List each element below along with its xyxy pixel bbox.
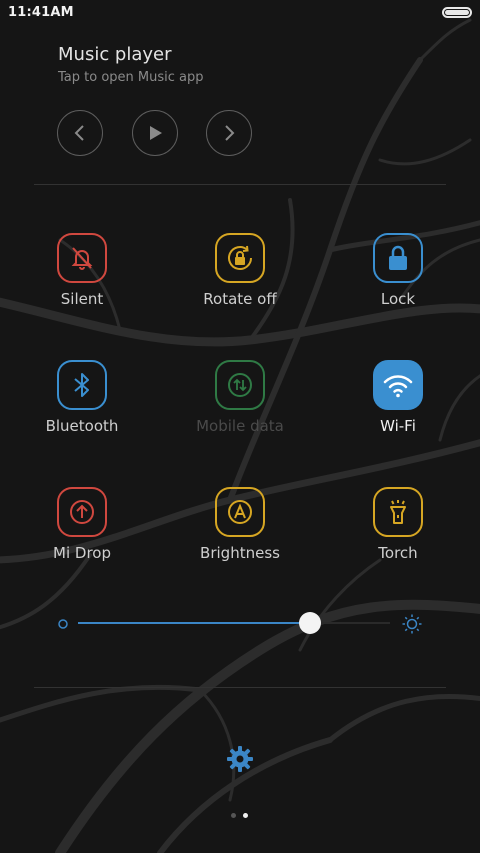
divider [34,184,446,185]
page-dot-2-active [243,813,248,818]
previous-icon [74,125,84,141]
brightness-high-icon [402,614,422,634]
brightness-low-icon [58,619,68,629]
battery-icon [442,7,472,18]
toggle-lock[interactable]: Lock [338,233,458,333]
brightness-slider-fill[interactable] [78,622,310,624]
toggle-lock-label: Lock [380,290,416,308]
padlock-icon [373,233,423,283]
toggle-brightness-label: Brightness [200,544,280,562]
next-button[interactable] [206,110,252,156]
toggle-wifi-label: Wi-Fi [380,417,416,435]
brightness-slider-track[interactable] [310,622,390,624]
toggle-rotate[interactable]: Rotate off [180,233,300,333]
toggle-torch-label: Torch [378,544,418,562]
page-dot-1 [231,813,236,818]
gear-icon[interactable] [226,745,254,773]
toggle-torch[interactable]: Torch [338,487,458,587]
toggle-wifi[interactable]: Wi-Fi [338,360,458,460]
toggle-mobile-data-label: Mobile data [196,417,284,435]
rotate-lock-icon [215,233,265,283]
music-player-subtitle[interactable]: Tap to open Music app [58,70,204,85]
play-icon [150,126,162,140]
toggle-bluetooth-label: Bluetooth [45,417,119,435]
toggle-brightness[interactable]: Brightness [180,487,300,587]
music-player-title[interactable]: Music player [58,44,172,65]
brightness-slider-thumb[interactable] [299,612,321,634]
mobile-data-icon [215,360,265,410]
wifi-icon [373,360,423,410]
torch-icon [373,487,423,537]
toggle-rotate-label: Rotate off [203,290,277,308]
mi-drop-icon [57,487,107,537]
auto-brightness-icon [215,487,265,537]
toggle-bluetooth[interactable]: Bluetooth [22,360,142,460]
status-time: 11:41AM [8,5,74,20]
bluetooth-icon [57,360,107,410]
toggle-mi-drop[interactable]: Mi Drop [22,487,142,587]
play-button[interactable] [132,110,178,156]
next-icon [225,125,235,141]
toggle-silent[interactable]: Silent [22,233,142,333]
previous-button[interactable] [57,110,103,156]
bell-off-icon [57,233,107,283]
toggle-mi-drop-label: Mi Drop [53,544,111,562]
toggle-silent-label: Silent [60,290,104,308]
divider [34,687,446,688]
toggle-mobile-data[interactable]: Mobile data [180,360,300,460]
